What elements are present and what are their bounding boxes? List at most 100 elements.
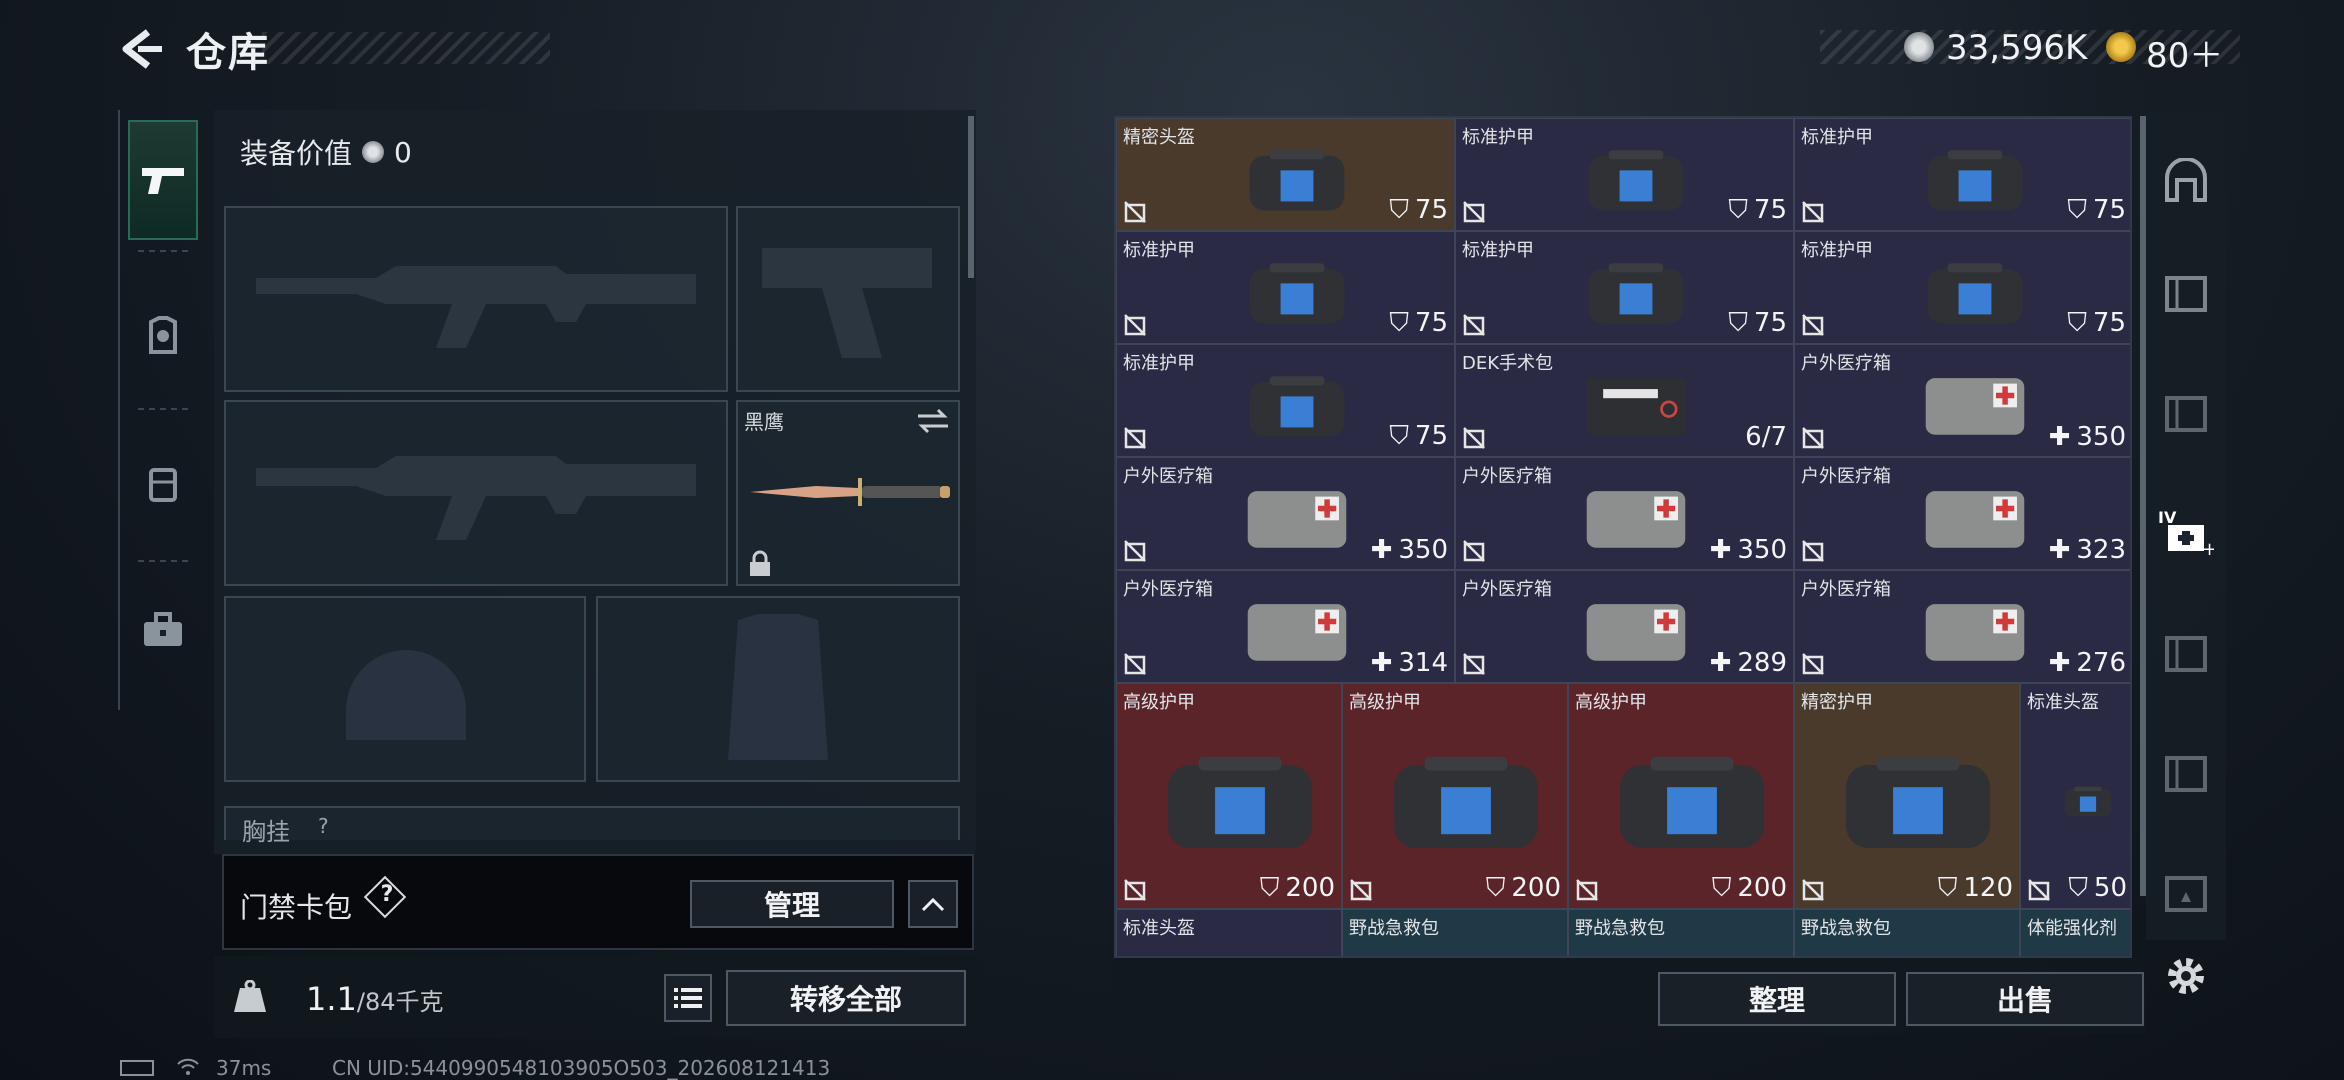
item-value-text: 50 — [2093, 873, 2127, 903]
inventory-item[interactable]: 标准护甲 ⛉ 75 — [1794, 231, 2130, 344]
collapse-button[interactable] — [908, 880, 958, 928]
tab-divider — [138, 560, 188, 562]
sell-button[interactable]: 出售 — [1906, 972, 2144, 1026]
primary-weapon-slot[interactable] — [224, 206, 728, 392]
uid-readout: CN UID:5440990548103905O503_202608121413 — [332, 1056, 831, 1080]
armor-icon — [1588, 150, 1683, 211]
inventory-item[interactable]: 高级护甲 ⛉ 200 — [1116, 683, 1342, 909]
item-value-text: 75 — [2092, 195, 2126, 225]
inventory-item[interactable]: 户外医疗箱 ✚ 350 — [1455, 457, 1794, 570]
plus-icon: ✚ — [1709, 648, 1732, 678]
item-name: 户外医疗箱 — [1123, 466, 1213, 487]
pistol-slot[interactable] — [736, 206, 960, 392]
back-button[interactable] — [118, 28, 164, 70]
inventory-item[interactable]: 高级护甲 ⛉ 200 — [1568, 683, 1794, 909]
no-trade-icon — [1124, 427, 1146, 449]
no-trade-icon — [1463, 653, 1485, 675]
no-trade-icon — [1802, 653, 1824, 675]
armor-icon — [1394, 756, 1538, 849]
storage-box-icon — [2165, 756, 2207, 792]
item-value: ⛉ 75 — [1389, 195, 1448, 226]
item-value: ✚ 350 — [1710, 535, 1787, 565]
sort-button[interactable]: 整理 — [1658, 972, 1896, 1026]
chest-rig-slot[interactable]: 胸挂 ? — [224, 806, 960, 846]
ping-readout: 37ms — [216, 1056, 272, 1080]
gold-currency[interactable]: 80＋ — [2146, 28, 2223, 77]
inventory-item[interactable]: 高级护甲 ⛉ 200 — [1342, 683, 1568, 909]
item-value: ⛉ 75 — [1389, 421, 1448, 452]
inventory-item[interactable]: 户外医疗箱 ✚ 323 — [1794, 457, 2130, 570]
shield-icon: ⛉ — [1728, 308, 1748, 338]
inventory-item[interactable]: 标准护甲 ⛉ 75 — [1455, 231, 1794, 344]
no-trade-icon — [1802, 427, 1824, 449]
inventory-item[interactable]: 标准头盔 — [1116, 909, 1342, 956]
pistol-icon — [142, 168, 184, 194]
swap-icon[interactable] — [916, 408, 950, 434]
shield-icon: ⛉ — [1485, 873, 1506, 903]
armor-vest-icon — [149, 316, 177, 354]
helmet-silhouette-icon — [346, 650, 466, 740]
inventory-item[interactable]: 标准头盔 ⛉ 50 — [2020, 683, 2130, 909]
inventory-item[interactable]: 户外医疗箱 ✚ 350 — [1116, 457, 1455, 570]
keycard-hint: ? — [380, 882, 394, 907]
tab-helmet-armor[interactable] — [128, 276, 198, 396]
storage-tab-6[interactable] — [2156, 742, 2216, 802]
storage-tab-medical[interactable]: IV + — [2156, 502, 2216, 562]
medkit-icon — [1925, 378, 2024, 435]
inventory-item[interactable]: 标准护甲 ⛉ 75 — [1455, 118, 1794, 231]
secondary-weapon-slot[interactable] — [224, 400, 728, 586]
keycard-label: 门禁卡包 — [240, 891, 353, 924]
storage-tab-3[interactable] — [2156, 382, 2216, 442]
item-name: 户外医疗箱 — [1462, 466, 1552, 487]
item-value: ✚ 276 — [2049, 648, 2126, 678]
storage-tab-5[interactable] — [2156, 622, 2216, 682]
inventory-item[interactable]: 户外医疗箱 ✚ 276 — [1794, 570, 2130, 683]
no-trade-icon — [1802, 879, 1824, 901]
inventory-item[interactable]: 户外医疗箱 ✚ 350 — [1794, 344, 2130, 457]
shield-icon: ⛉ — [1259, 873, 1280, 903]
inventory-item[interactable]: 标准护甲 ⛉ 75 — [1794, 118, 2130, 231]
body-armor-slot[interactable] — [596, 596, 960, 782]
tab-backpack[interactable] — [128, 424, 198, 544]
item-name: 户外医疗箱 — [1801, 466, 1891, 487]
inventory-item[interactable]: DEK手术包 6/7 — [1455, 344, 1794, 457]
helmet-slot[interactable] — [224, 596, 586, 782]
item-value-text: 75 — [1414, 308, 1448, 338]
list-icon — [674, 988, 702, 1008]
tab-weapons[interactable] — [128, 120, 198, 240]
item-value: ✚ 289 — [1710, 648, 1787, 678]
inventory-item[interactable]: 户外医疗箱 ✚ 314 — [1116, 570, 1455, 683]
shield-icon: ⛉ — [2067, 308, 2087, 338]
backpack-icon — [149, 468, 177, 502]
inventory-item[interactable]: 户外医疗箱 ✚ 289 — [1455, 570, 1794, 683]
no-trade-icon — [1576, 879, 1598, 901]
inventory-item[interactable]: 精密护甲 ⛉ 120 — [1794, 683, 2020, 909]
inventory-item[interactable]: 野战急救包 — [1342, 909, 1568, 956]
tab-supplies[interactable] — [128, 570, 198, 690]
storage-tab-2[interactable] — [2156, 262, 2216, 322]
inventory-item[interactable]: 标准护甲 ⛉ 75 — [1116, 344, 1455, 457]
inventory-item[interactable]: 野战急救包 — [1568, 909, 1794, 956]
no-trade-icon — [1802, 540, 1824, 562]
storage-tab-all[interactable] — [2156, 150, 2216, 210]
item-name: 高级护甲 — [1575, 692, 1647, 713]
item-value-text: 314 — [1398, 648, 1448, 678]
item-name: DEK手术包 — [1462, 353, 1554, 374]
manage-button[interactable]: 管理 — [690, 880, 894, 928]
loadout-scrollbar[interactable] — [968, 116, 974, 278]
settings-button[interactable] — [2156, 946, 2216, 1006]
no-trade-icon — [1124, 653, 1146, 675]
inventory-item[interactable]: 精密头盔 ⛉ 75 — [1116, 118, 1455, 231]
transfer-all-button[interactable]: 转移全部 — [726, 970, 966, 1026]
inventory-item[interactable]: 标准护甲 ⛉ 75 — [1116, 231, 1455, 344]
armor-icon — [1249, 263, 1344, 324]
inventory-item[interactable]: 体能强化剂 — [2020, 909, 2130, 956]
armor-icon — [1927, 263, 2022, 324]
storage-tab-7[interactable] — [2156, 862, 2216, 922]
inventory-item[interactable]: 野战急救包 — [1794, 909, 2020, 956]
knife-slot[interactable]: 黑鹰 — [736, 400, 960, 586]
tab-divider — [138, 408, 188, 410]
list-view-button[interactable] — [664, 974, 712, 1022]
item-value: ✚ 323 — [2049, 535, 2126, 565]
weight-readout: 1.1 /84千克 — [306, 980, 444, 1018]
